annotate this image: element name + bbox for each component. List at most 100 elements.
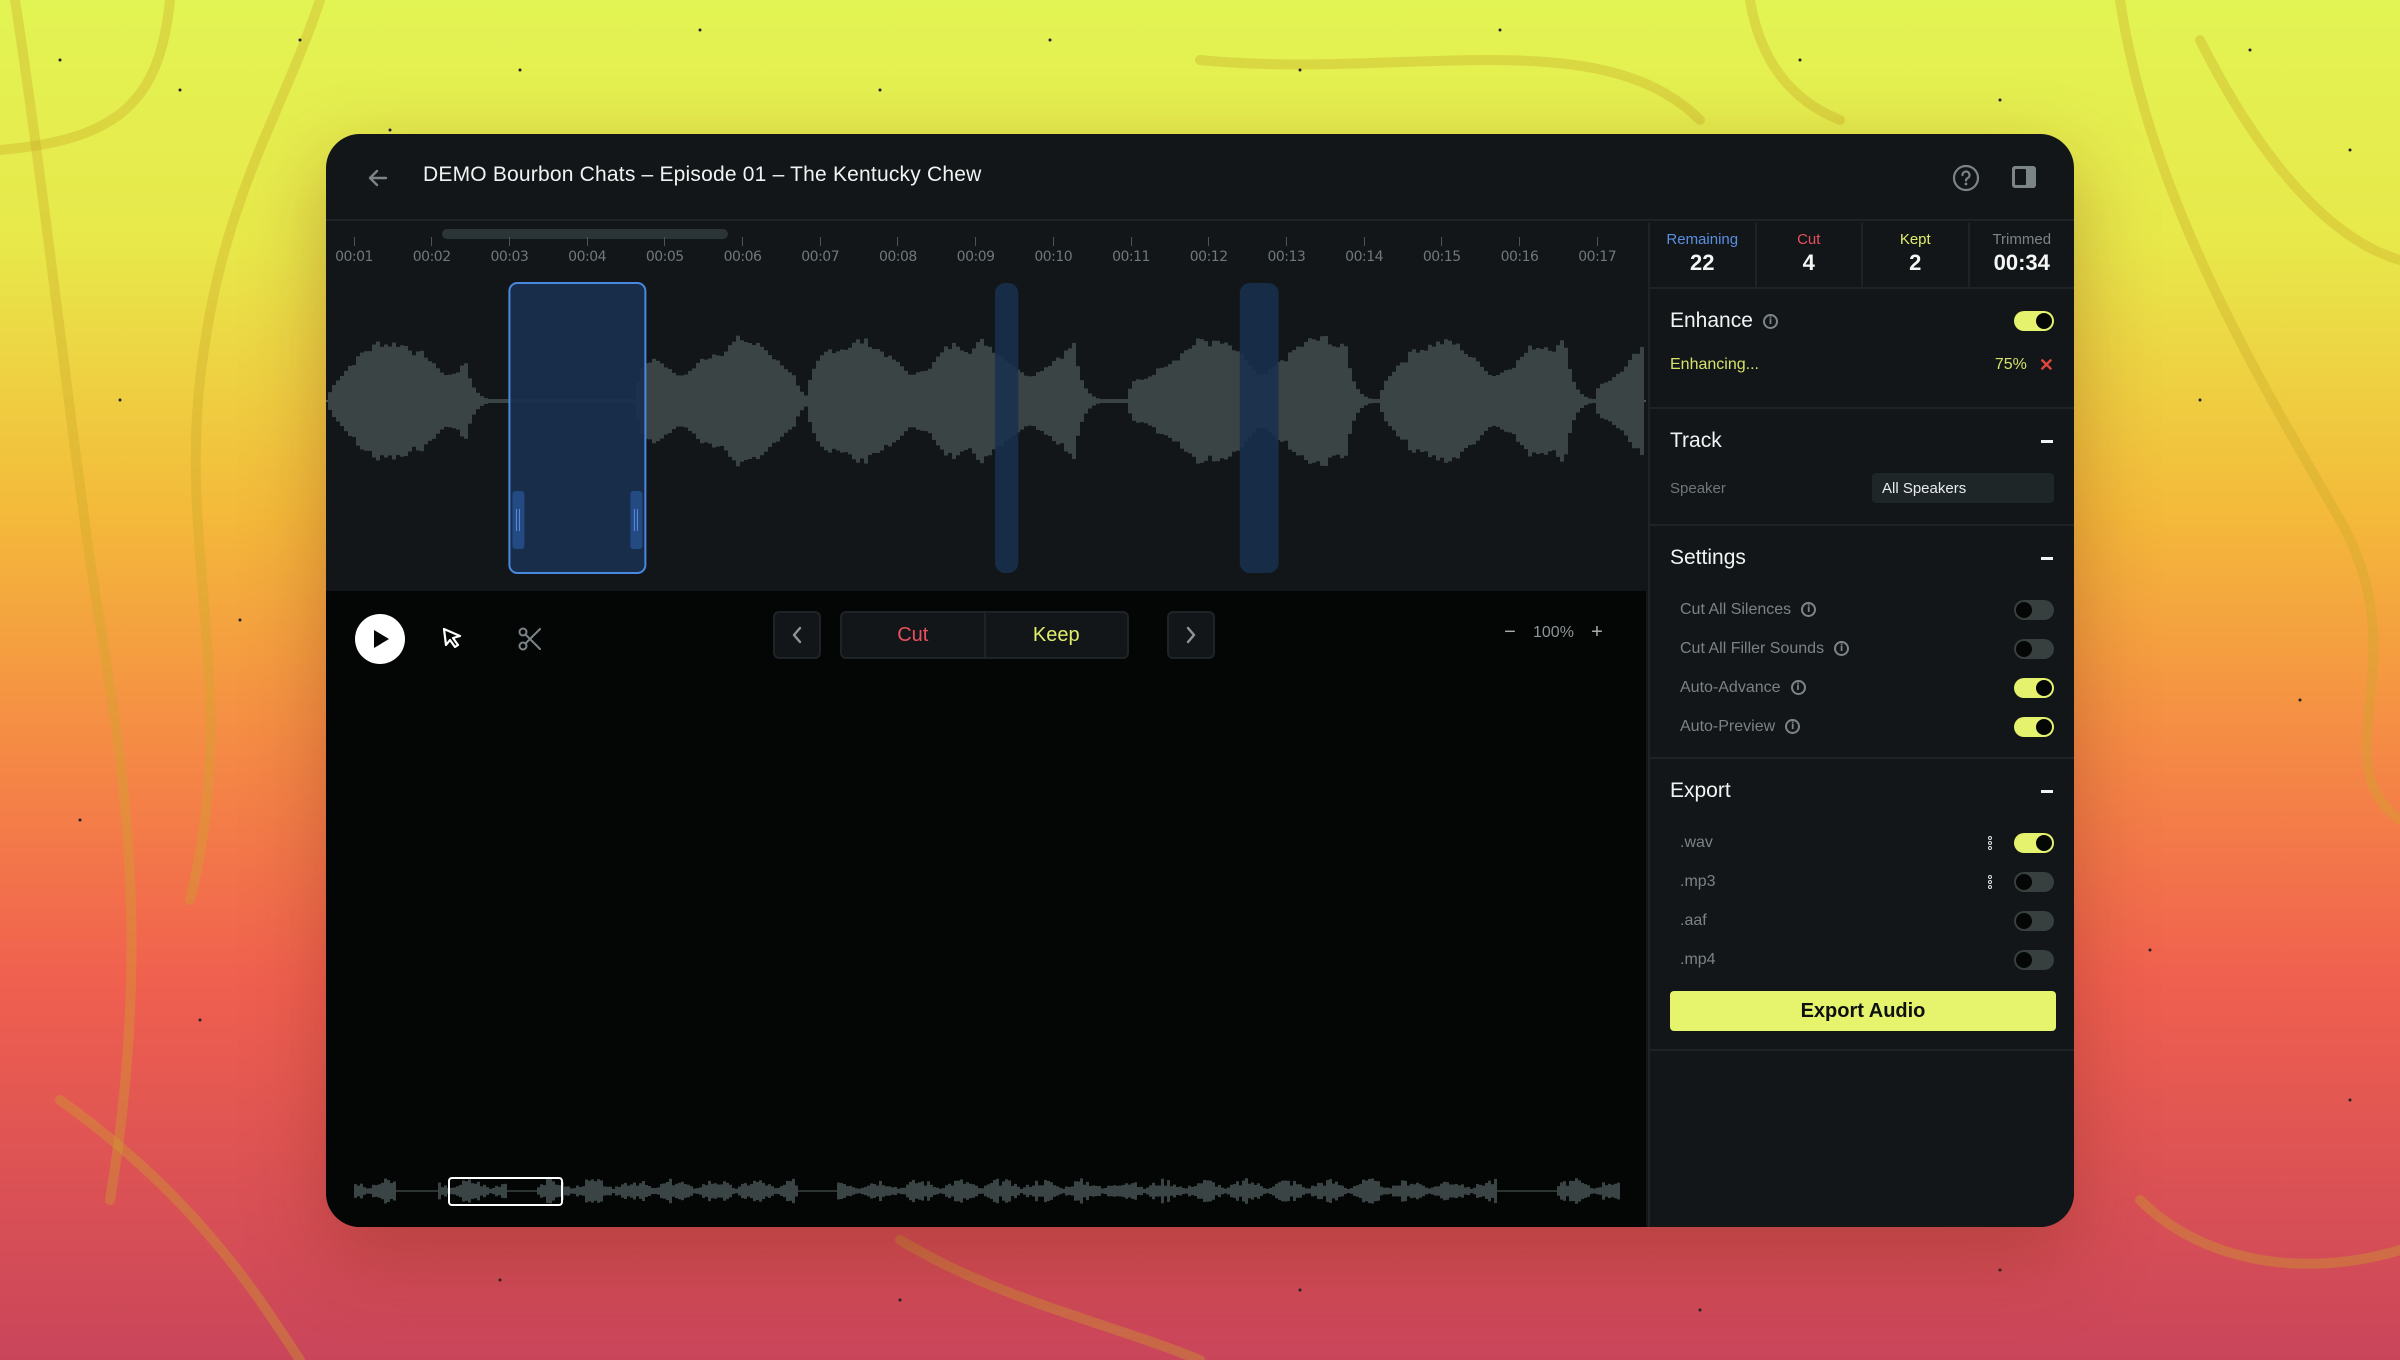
speaker-select[interactable]: All Speakers bbox=[1872, 473, 2054, 503]
auto-advance-toggle[interactable] bbox=[2014, 677, 2054, 698]
speaker-label: Speaker bbox=[1670, 479, 1726, 497]
region-end-handle[interactable] bbox=[630, 491, 643, 549]
ruler-tick: 00:02 bbox=[402, 237, 462, 265]
stat-label: Remaining bbox=[1666, 231, 1739, 248]
close-x-icon[interactable]: ✕ bbox=[2039, 355, 2054, 376]
timeline[interactable]: 00:01 00:02 00:03 00:04 00:05 00:06 00:07 00:08… bbox=[326, 223, 1646, 591]
stat-label: Trimmed bbox=[1992, 231, 2052, 248]
enhance-progress: 75% bbox=[1994, 356, 2027, 373]
zoom-in-button[interactable]: + bbox=[1588, 621, 1606, 644]
arrow-left-icon bbox=[368, 169, 388, 187]
settings-section: Settings Cut All Silences i Cut All Fille… bbox=[1650, 526, 2074, 759]
export-format-row: .mp3 bbox=[1670, 862, 2054, 901]
stat-kept: Kept 2 bbox=[1863, 223, 1970, 287]
project-title: DEMO Bourbon Chats – Episode 01 – The Ke… bbox=[423, 163, 982, 186]
collapse-track-button[interactable] bbox=[2041, 439, 2053, 443]
collapse-settings-button[interactable] bbox=[2041, 556, 2053, 560]
stat-value: 2 bbox=[1909, 250, 1922, 275]
zoom-out-button[interactable]: − bbox=[1501, 621, 1519, 644]
zoom-control: − 100% + bbox=[1501, 621, 1606, 644]
ruler-tick: 00:12 bbox=[1179, 237, 1239, 265]
format-label: .mp3 bbox=[1680, 872, 1716, 890]
setting-row: Cut All Filler Sounds i bbox=[1670, 629, 2054, 668]
stat-value: 22 bbox=[1690, 250, 1715, 275]
ruler-tick: 00:04 bbox=[557, 237, 617, 265]
cut-filler-toggle[interactable] bbox=[2014, 638, 2054, 659]
time-ruler: 00:01 00:02 00:03 00:04 00:05 00:06 00:07 00:08… bbox=[326, 237, 1646, 267]
previous-region-button[interactable] bbox=[773, 611, 821, 659]
ruler-tick: 00:07 bbox=[790, 237, 850, 265]
selected-region[interactable] bbox=[508, 282, 647, 574]
export-format-row: .wav bbox=[1670, 823, 2054, 862]
transport-area: Cut Keep − 100% + bbox=[326, 591, 1646, 1227]
select-tool-button[interactable] bbox=[433, 619, 473, 659]
auto-preview-toggle[interactable] bbox=[2014, 716, 2054, 737]
ruler-tick: 00:03 bbox=[479, 237, 539, 265]
cut-region[interactable] bbox=[995, 283, 1019, 573]
wav-toggle[interactable] bbox=[2014, 832, 2054, 853]
overview-waveform[interactable] bbox=[326, 1161, 1646, 1221]
play-icon bbox=[374, 630, 389, 648]
zoom-level: 100% bbox=[1533, 623, 1574, 641]
more-options-icon[interactable] bbox=[1988, 874, 1992, 889]
ruler-tick: 00:11 bbox=[1101, 237, 1161, 265]
setting-label: Auto-Advance bbox=[1680, 678, 1781, 696]
enhance-title: Enhance bbox=[1670, 309, 1753, 332]
format-label: .aaf bbox=[1680, 911, 1707, 929]
cursor-arrow-icon bbox=[442, 627, 462, 649]
chevron-left-icon bbox=[792, 626, 802, 644]
ruler-tick: 00:01 bbox=[326, 237, 384, 265]
info-icon[interactable]: i bbox=[1834, 641, 1850, 656]
track-section: Track Speaker All Speakers bbox=[1650, 409, 2074, 526]
collapse-export-button[interactable] bbox=[2041, 789, 2053, 793]
format-label: .mp4 bbox=[1680, 950, 1716, 968]
aaf-toggle[interactable] bbox=[2014, 910, 2054, 931]
info-icon[interactable]: i bbox=[1790, 680, 1806, 695]
info-icon[interactable]: i bbox=[1762, 313, 1778, 329]
app-window: DEMO Bourbon Chats – Episode 01 – The Ke… bbox=[326, 134, 2074, 1227]
stat-trimmed: Trimmed 00:34 bbox=[1970, 223, 2075, 287]
right-sidebar: Remaining 22 Cut 4 Kept 2 Trimmed 00:34 … bbox=[1648, 223, 2074, 1227]
export-format-row: .aaf bbox=[1670, 901, 2054, 940]
info-icon[interactable]: i bbox=[1785, 719, 1801, 734]
ruler-tick: 00:17 bbox=[1567, 237, 1627, 265]
razor-tool-button[interactable] bbox=[510, 619, 550, 659]
setting-row: Cut All Silences i bbox=[1670, 590, 2054, 629]
keep-button[interactable]: Keep bbox=[986, 613, 1128, 657]
cut-silences-toggle[interactable] bbox=[2014, 599, 2054, 620]
ruler-tick: 00:15 bbox=[1412, 237, 1472, 265]
stat-label: Kept bbox=[1899, 231, 1931, 248]
ruler-tick: 00:05 bbox=[635, 237, 695, 265]
format-label: .wav bbox=[1680, 833, 1713, 851]
title-bar: DEMO Bourbon Chats – Episode 01 – The Ke… bbox=[326, 134, 2074, 221]
stat-value: 4 bbox=[1802, 250, 1815, 275]
toggle-sidebar-button[interactable] bbox=[2010, 163, 2040, 193]
stat-value: 00:34 bbox=[1993, 250, 2050, 275]
waveform[interactable] bbox=[326, 273, 1646, 583]
cut-button[interactable]: Cut bbox=[842, 613, 986, 657]
info-icon[interactable]: i bbox=[1801, 602, 1817, 617]
help-button[interactable] bbox=[1951, 163, 1981, 193]
back-button[interactable] bbox=[360, 160, 396, 196]
enhance-toggle[interactable] bbox=[2014, 311, 2054, 331]
next-region-button[interactable] bbox=[1167, 611, 1215, 659]
setting-row: Auto-Preview i bbox=[1670, 707, 2054, 746]
ruler-tick: 00:16 bbox=[1490, 237, 1550, 265]
chevron-right-icon bbox=[1186, 626, 1196, 644]
more-options-icon[interactable] bbox=[1988, 835, 1992, 850]
ruler-tick: 00:13 bbox=[1256, 237, 1316, 265]
ruler-tick: 00:14 bbox=[1334, 237, 1394, 265]
mp4-toggle[interactable] bbox=[2014, 949, 2054, 970]
cut-keep-toggle: Cut Keep bbox=[840, 611, 1129, 659]
settings-title: Settings bbox=[1670, 546, 1746, 569]
stat-label: Cut bbox=[1797, 231, 1821, 248]
scissors-icon bbox=[518, 627, 541, 651]
play-button[interactable] bbox=[355, 614, 405, 664]
sidebar-panel-icon bbox=[2012, 166, 2036, 188]
region-start-handle[interactable] bbox=[512, 491, 525, 549]
export-audio-button[interactable]: Export Audio bbox=[1670, 991, 2056, 1031]
setting-row: Auto-Advance i bbox=[1670, 668, 2054, 707]
cut-region[interactable] bbox=[1239, 283, 1279, 573]
mp3-toggle[interactable] bbox=[2014, 871, 2054, 892]
overview-bars bbox=[354, 1178, 1620, 1204]
